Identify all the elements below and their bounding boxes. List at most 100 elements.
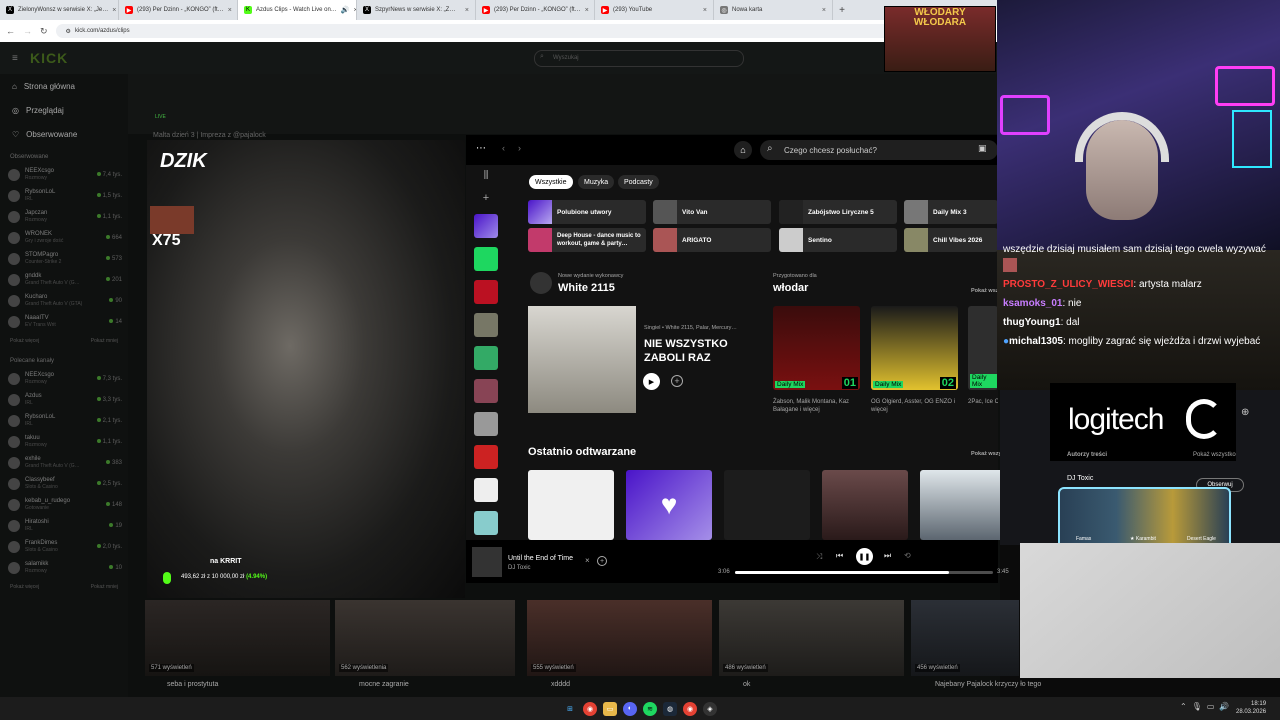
channel-item[interactable]: exhile Grand Theft Auto V (G… 383: [0, 452, 128, 473]
discord-icon[interactable]: ◐: [623, 701, 637, 716]
shuffle-icon[interactable]: ⤨: [816, 552, 822, 562]
add-icon[interactable]: ⊕: [1241, 407, 1249, 418]
channel-item[interactable]: Kucharo Grand Theft Auto V (GTA) 90: [0, 290, 128, 311]
recently-played-title[interactable]: Ostatnio odtwarzane: [528, 446, 636, 458]
browser-tab[interactable]: X SzpyrNews w serwisie X: „Z… ×: [357, 0, 476, 20]
new-release-artist[interactable]: White 2115: [558, 282, 615, 294]
author-name[interactable]: DJ Toxic: [1067, 475, 1093, 482]
show-less-link[interactable]: Pokaż mniej: [91, 584, 118, 590]
sidebar-item-following[interactable]: ♡ Obserwowane: [0, 122, 128, 146]
video-player[interactable]: [147, 140, 465, 598]
add-to-library-icon[interactable]: +: [671, 375, 683, 387]
chrome-icon[interactable]: ◉: [583, 701, 597, 716]
pause-button[interactable]: ❚❚: [856, 548, 873, 565]
play-button[interactable]: ▶: [643, 373, 660, 390]
clip-thumbnail[interactable]: 456 wyświetleń: [911, 600, 1019, 676]
channel-item[interactable]: RybsonLoL IRL 1,5 tys.: [0, 185, 128, 206]
show-more-link[interactable]: Pokaż więcej: [10, 338, 39, 344]
now-playing-title[interactable]: Until the End of Time: [508, 555, 573, 562]
chip-all[interactable]: Wszystkie: [529, 175, 573, 189]
channel-item[interactable]: gnddk Grand Theft Auto V (G… 201: [0, 269, 128, 290]
browse-icon[interactable]: ▣: [978, 143, 987, 154]
channel-item[interactable]: NEEXcsgo Rozmowy 7,3 tys.: [0, 368, 128, 389]
quick-access-card[interactable]: Zabójstwo Liryczne 5: [779, 200, 897, 224]
home-button[interactable]: ⌂: [734, 141, 752, 159]
address-bar[interactable]: ⚙ kick.com/azdus/clips: [55, 24, 896, 38]
new-release-cover[interactable]: [528, 306, 636, 413]
system-clock[interactable]: 18:19 28.03.2026: [1236, 700, 1266, 716]
chip-podcasts[interactable]: Podcasty: [618, 175, 659, 189]
app-icon[interactable]: ◈: [703, 701, 717, 716]
more-options-icon[interactable]: ⋯: [476, 143, 486, 154]
kick-logo[interactable]: KICK: [30, 50, 68, 66]
browser-tab[interactable]: ▶ (293) YouTube ×: [595, 0, 714, 20]
playlist-tile[interactable]: [474, 280, 498, 304]
search-input[interactable]: Wyszukaj: [534, 50, 744, 67]
forward-arrow-icon[interactable]: →: [23, 26, 32, 36]
channel-item[interactable]: NaaaITV EV Trans Writ 14: [0, 311, 128, 332]
close-tab-icon[interactable]: ×: [585, 7, 589, 14]
quick-access-card[interactable]: Daily Mix 3: [904, 200, 998, 224]
clip-title[interactable]: Najebany Pajalock krzyczy ło tego: [935, 681, 1041, 688]
channel-item[interactable]: WRONEK Gry i zwroje dość 664: [0, 227, 128, 248]
file-explorer-icon[interactable]: ▭: [603, 701, 617, 716]
playlist-tile[interactable]: [474, 379, 498, 403]
chip-music[interactable]: Muzyka: [578, 175, 615, 189]
daily-mix-card[interactable]: Daily Mix 02: [871, 306, 958, 390]
show-all-link[interactable]: Pokaż wszystko: [1193, 452, 1236, 458]
previous-icon[interactable]: ⏮: [836, 551, 843, 561]
new-release-title-1[interactable]: NIE WSZYSTKO: [644, 338, 728, 350]
playlist-tile[interactable]: [474, 445, 498, 469]
browser-tab[interactable]: ◎ Nowa karta ×: [714, 0, 833, 20]
add-to-library-icon[interactable]: +: [597, 556, 607, 566]
sidebar-item-home[interactable]: ⌂ Strona główna: [0, 74, 128, 98]
clip-thumbnail[interactable]: 486 wyświetleń: [719, 600, 904, 676]
show-more-link[interactable]: Pokaż więcej: [10, 584, 39, 590]
close-tab-icon[interactable]: ×: [703, 7, 707, 14]
chrome-icon[interactable]: ◉: [683, 701, 697, 716]
back-arrow-icon[interactable]: ←: [6, 26, 15, 36]
playlist-tile[interactable]: [474, 478, 498, 502]
daily-mix-card[interactable]: Daily Mix: [968, 306, 998, 390]
menu-icon[interactable]: ≡: [12, 53, 18, 64]
clip-title[interactable]: mocne zagranie: [359, 681, 409, 688]
spotify-icon[interactable]: ≋: [643, 701, 657, 716]
forward-arrow-icon[interactable]: ›: [518, 143, 521, 153]
system-tray-icons[interactable]: ⌃🎙▭🔊: [1180, 702, 1234, 711]
add-icon[interactable]: +: [472, 192, 500, 214]
close-icon[interactable]: ×: [585, 556, 590, 565]
quick-access-card[interactable]: Deep House - dance music to workout, gam…: [528, 228, 646, 252]
recent-item[interactable]: [724, 470, 810, 540]
channel-item[interactable]: kebab_u_rudego Gotowanie 148: [0, 494, 128, 515]
close-tab-icon[interactable]: ×: [465, 7, 469, 14]
channel-item[interactable]: Classybeef Slots & Casino 2,5 tys.: [0, 473, 128, 494]
quick-access-card[interactable]: ARIGATO: [653, 228, 771, 252]
spotify-search-input[interactable]: Czego chcesz posłuchać?: [760, 140, 998, 160]
recent-item[interactable]: [822, 470, 908, 540]
channel-item[interactable]: STOMPagro Counter-Strike 2 573: [0, 248, 128, 269]
clip-thumbnail[interactable]: 571 wyświetleń: [145, 600, 330, 676]
clip-title[interactable]: seba i prostytuta: [167, 681, 218, 688]
quick-access-card[interactable]: Vito Van: [653, 200, 771, 224]
back-arrow-icon[interactable]: ‹: [502, 143, 505, 153]
clip-thumbnail[interactable]: 555 wyświetleń: [527, 600, 712, 676]
speaker-icon[interactable]: 🔊: [341, 6, 350, 14]
start-icon[interactable]: ⊞: [563, 702, 577, 716]
browser-tab-active[interactable]: KAzdus Clips - Watch Live on…🔊×: [238, 0, 357, 20]
library-icon[interactable]: ⫼: [472, 170, 500, 192]
steam-icon[interactable]: ◍: [663, 701, 677, 716]
liked-songs-tile[interactable]: [474, 214, 498, 238]
show-less-link[interactable]: Pokaż mniej: [91, 338, 118, 344]
channel-item[interactable]: salamikk Rozmowy 10: [0, 557, 128, 578]
saved-episodes-tile[interactable]: [474, 247, 498, 271]
channel-item[interactable]: FrankDimes Slots & Casino 2,0 tys.: [0, 536, 128, 557]
recent-item[interactable]: [528, 470, 614, 540]
browser-tab[interactable]: ▶ (293) Per Dzinn - „KONGO” (ft… ×: [476, 0, 595, 20]
now-playing-cover[interactable]: [472, 547, 502, 577]
playlist-tile[interactable]: [474, 511, 498, 535]
close-tab-icon[interactable]: ×: [822, 7, 826, 14]
reload-icon[interactable]: ↻: [40, 26, 48, 37]
sidebar-item-browse[interactable]: ◎ Przeglądaj: [0, 98, 128, 122]
made-for-name[interactable]: włodar: [773, 282, 808, 294]
playlist-tile[interactable]: [474, 313, 498, 337]
